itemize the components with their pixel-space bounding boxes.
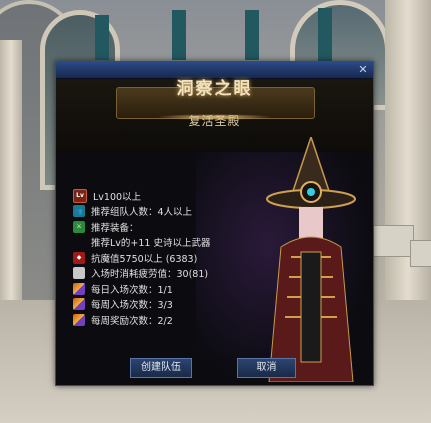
requirement-equipment: ⚔ 推荐装备： [73,219,313,235]
background-banner [172,10,186,60]
shield-icon: ◆ [73,251,85,264]
requirement-magic-resistance: ◆ 抗魔值5750以上 (6383) [73,250,313,266]
ticket-icon [73,282,85,295]
requirement-level: Lv Lv100以上 [73,188,313,204]
background-pillar [0,40,22,310]
requirement-text: 入场时消耗疲劳值：30(81) [91,269,209,281]
requirement-text: 每周奖励次数：2/2 [91,315,173,327]
requirement-text: Lv100以上 [93,191,142,203]
fatigue-icon [73,267,85,280]
requirement-weekly-entries: 每周入场次数：3/3 [73,297,313,313]
equipment-icon: ⚔ [73,220,85,233]
background-crate [372,225,414,257]
background-banner [245,10,259,60]
requirement-text: 每周入场次数：3/3 [91,300,173,312]
requirement-text: 推荐组队人数：4人以上 [91,207,193,219]
dungeon-title: 洞察之眼 [176,79,253,99]
dungeon-subtitle: 复活圣殿 [188,114,241,128]
requirement-text: 推荐Lv的+11 史诗以上武器 [91,238,211,250]
requirement-party: 👥 推荐组队人数：4人以上 [73,204,313,220]
requirement-fatigue: 入场时消耗疲劳值：30(81) [73,266,313,282]
requirement-text: 每日入场次数：1/1 [91,284,173,296]
create-party-button[interactable]: 创建队伍 [130,358,192,378]
requirement-weekly-rewards: 每周奖励次数：2/2 [73,312,313,328]
requirement-daily-entries: 每日入场次数：1/1 [73,281,313,297]
requirement-equipment-detail: 推荐Lv的+11 史诗以上武器 [73,235,313,251]
requirement-text: 推荐装备： [91,222,139,234]
background-crate [410,240,431,267]
requirements-list: Lv Lv100以上 👥 推荐组队人数：4人以上 ⚔ 推荐装备： 推荐Lv的+1… [73,188,313,328]
dungeon-info-dialog: ✕ 洞察之眼 复活圣殿 Lv Lv100以上 👥 推荐组队人数：4人以上 ⚔ 推… [55,61,374,386]
requirement-text: 抗魔值5750以上 (6383) [91,253,198,265]
ticket-icon [73,313,85,326]
party-icon: 👥 [73,205,85,218]
ticket-icon [73,298,85,311]
cancel-button[interactable]: 取消 [237,358,296,378]
background-banner [95,15,109,60]
level-icon: Lv [73,188,87,203]
background-banner [318,8,332,63]
